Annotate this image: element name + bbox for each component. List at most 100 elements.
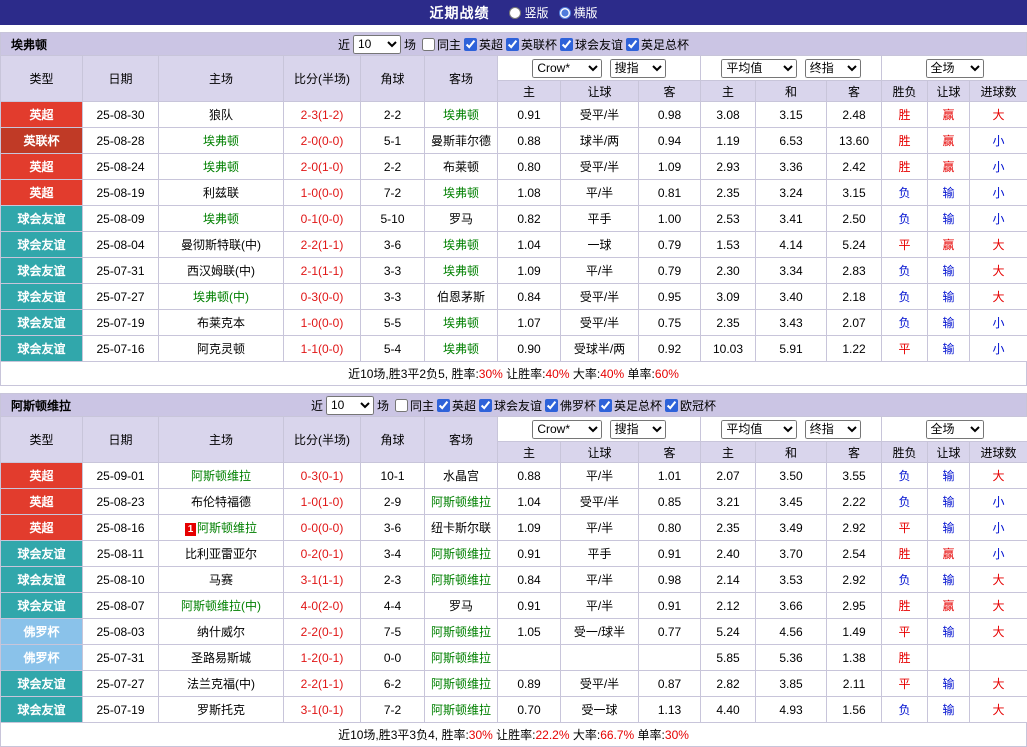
filter-option[interactable]: 英联杯 [506, 36, 557, 53]
match-date: 25-09-01 [83, 463, 159, 489]
avg-home-odds: 3.21 [701, 489, 756, 515]
score: 2-1(1-1) [284, 258, 361, 284]
avg-away-odds: 3.55 [827, 463, 882, 489]
handicap-away-odds: 0.81 [639, 180, 701, 206]
search-index-select[interactable]: 搜指 [610, 59, 666, 78]
filter-checkbox[interactable] [599, 399, 612, 412]
handicap-home-odds: 0.88 [498, 128, 561, 154]
results-table: 类型 日期 主场 比分(半场) 角球 客场 Crow* 搜指 平均值 终指 全场 [0, 55, 1027, 362]
away-team: 阿斯顿维拉 [425, 697, 498, 723]
score: 1-2(0-1) [284, 645, 361, 671]
filter-label: 英超 [452, 397, 476, 414]
corner-count: 7-2 [361, 697, 425, 723]
handicap-away-odds: 0.77 [639, 619, 701, 645]
filter-checkbox[interactable] [479, 399, 492, 412]
match-date: 25-08-28 [83, 128, 159, 154]
average-select[interactable]: 平均值 [721, 420, 797, 439]
handicap-result: 赢 [928, 154, 970, 180]
col-header-result: 胜负 [882, 81, 928, 102]
handicap-away-odds: 0.95 [639, 284, 701, 310]
summary-segment: 胜率: [451, 365, 478, 382]
odds-company-select[interactable]: Crow* [532, 420, 602, 439]
vertical-layout-radio[interactable] [509, 7, 521, 19]
summary-segment: 让胜率: [503, 365, 546, 382]
section-header: 阿斯顿维拉 近 10 场 同主英超球会友谊佛罗杯英足总杯欧冠杯 [0, 393, 1027, 416]
filter-option[interactable]: 欧冠杯 [665, 397, 716, 414]
filter-option[interactable]: 同主 [422, 36, 461, 53]
avg-home-odds: 2.82 [701, 671, 756, 697]
away-team: 阿斯顿维拉 [425, 645, 498, 671]
scope-select[interactable]: 全场 [926, 59, 984, 78]
col-header-date: 日期 [83, 56, 159, 102]
col-header-score: 比分(半场) [284, 417, 361, 463]
handicap-line: 受平/半 [561, 489, 639, 515]
corner-count: 7-2 [361, 180, 425, 206]
filter-checkbox[interactable] [422, 38, 435, 51]
match-row: 佛罗杯25-07-31圣路易斯城1-2(0-1)0-0阿斯顿维拉5.855.36… [1, 645, 1027, 671]
filter-bar: 近 10 场 同主英超球会友谊佛罗杯英足总杯欧冠杯 [1, 396, 1026, 415]
handicap-result: 赢 [928, 593, 970, 619]
handicap-line: 受球半/两 [561, 336, 639, 362]
avg-away-odds: 1.38 [827, 645, 882, 671]
filter-checkbox[interactable] [506, 38, 519, 51]
handicap-line: 受平/半 [561, 154, 639, 180]
filter-option[interactable]: 同主 [395, 397, 434, 414]
filter-label: 球会友谊 [575, 36, 623, 53]
filter-option[interactable]: 英足总杯 [626, 36, 689, 53]
final-index-select[interactable]: 终指 [805, 420, 861, 439]
filter-checkbox[interactable] [545, 399, 558, 412]
filter-checkbox[interactable] [395, 399, 408, 412]
match-count-select[interactable]: 10 [326, 396, 374, 415]
col-header-avg-home: 主 [701, 81, 756, 102]
handicap-line: 一球 [561, 232, 639, 258]
filter-checkbox[interactable] [665, 399, 678, 412]
filter-option[interactable]: 英超 [464, 36, 503, 53]
home-team: 马赛 [159, 567, 284, 593]
handicap-line: 球半/两 [561, 128, 639, 154]
competition-badge: 球会友谊 [1, 232, 83, 258]
average-select[interactable]: 平均值 [721, 59, 797, 78]
filter-checkbox[interactable] [464, 38, 477, 51]
handicap-result: 输 [928, 697, 970, 723]
layout-option-horizontal[interactable]: 横版 [559, 4, 598, 21]
filter-option[interactable]: 佛罗杯 [545, 397, 596, 414]
score: 1-0(1-0) [284, 489, 361, 515]
col-header-avg-draw: 和 [756, 81, 827, 102]
avg-away-odds: 2.54 [827, 541, 882, 567]
match-count-select[interactable]: 10 [353, 35, 401, 54]
filter-games-label: 场 [377, 397, 389, 414]
away-team: 水晶宫 [425, 463, 498, 489]
col-header-goals: 进球数 [970, 442, 1027, 463]
filter-label: 英足总杯 [641, 36, 689, 53]
handicap-line: 受平/半 [561, 310, 639, 336]
filter-option[interactable]: 英足总杯 [599, 397, 662, 414]
horizontal-layout-radio[interactable] [559, 7, 571, 19]
score: 1-1(0-0) [284, 336, 361, 362]
corner-count: 3-3 [361, 284, 425, 310]
layout-option-vertical[interactable]: 竖版 [509, 4, 548, 21]
score: 0-3(0-1) [284, 463, 361, 489]
results-table: 类型 日期 主场 比分(半场) 角球 客场 Crow* 搜指 平均值 终指 全场 [0, 416, 1027, 723]
col-header-corner: 角球 [361, 417, 425, 463]
away-team: 阿斯顿维拉 [425, 489, 498, 515]
avg-away-odds: 2.18 [827, 284, 882, 310]
search-index-select[interactable]: 搜指 [610, 420, 666, 439]
odds-company-select[interactable]: Crow* [532, 59, 602, 78]
filter-checkbox[interactable] [437, 399, 450, 412]
corner-count: 5-1 [361, 128, 425, 154]
scope-select[interactable]: 全场 [926, 420, 984, 439]
corner-count: 3-4 [361, 541, 425, 567]
filter-games-label: 场 [404, 36, 416, 53]
home-team: 法兰克福(中) [159, 671, 284, 697]
corner-count: 7-5 [361, 619, 425, 645]
filter-option[interactable]: 英超 [437, 397, 476, 414]
filter-option[interactable]: 球会友谊 [479, 397, 542, 414]
final-index-select[interactable]: 终指 [805, 59, 861, 78]
avg-draw-odds: 3.70 [756, 541, 827, 567]
avg-draw-odds: 4.56 [756, 619, 827, 645]
filter-checkbox[interactable] [560, 38, 573, 51]
home-team: 阿斯顿维拉(中) [159, 593, 284, 619]
match-result: 平 [882, 232, 928, 258]
filter-checkbox[interactable] [626, 38, 639, 51]
filter-option[interactable]: 球会友谊 [560, 36, 623, 53]
